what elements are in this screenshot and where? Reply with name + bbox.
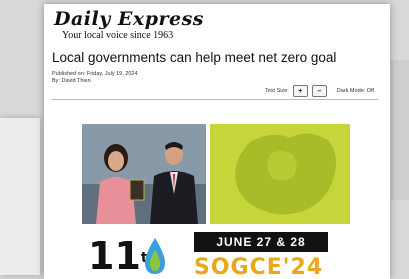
byline: By: David Thien	[52, 78, 91, 84]
dark-mode-toggle[interactable]: Dark Mode: Off	[337, 88, 374, 94]
published-date: Published on: Friday, July 19, 2024	[52, 71, 138, 77]
event-dates: JUNE 27 & 28	[194, 232, 328, 252]
divider	[52, 99, 378, 100]
masthead[interactable]: Daily Express Your local voice since 196…	[54, 8, 204, 41]
event-banner: 11th JUNE 27 & 28 SOGCE'24	[82, 228, 350, 279]
reading-controls: Text Size: + – Dark Mode: Off	[265, 85, 374, 97]
article-image: 11th JUNE 27 & 28 SOGCE'24	[82, 124, 350, 279]
event-name: SOGCE'24	[194, 255, 324, 279]
article-page: Daily Express Your local voice since 196…	[44, 4, 390, 279]
increase-text-button[interactable]: +	[292, 85, 308, 97]
decrease-text-button[interactable]: –	[311, 85, 327, 97]
text-size-label: Text Size:	[264, 88, 289, 94]
map-graphic	[210, 124, 350, 224]
map-illustration	[210, 124, 350, 224]
event-number: 11	[88, 234, 141, 278]
oil-drop-icon	[144, 238, 166, 274]
article-headline: Local governments can help meet net zero…	[52, 50, 337, 65]
award-photo	[82, 124, 206, 224]
article-meta: Published on: Friday, July 19, 2024 By: …	[52, 71, 138, 85]
tagline: Your local voice since 1963	[62, 30, 174, 41]
background-window-left	[0, 118, 40, 275]
photo-illustration	[82, 124, 206, 224]
brand-logo[interactable]: Daily Express	[54, 8, 204, 30]
